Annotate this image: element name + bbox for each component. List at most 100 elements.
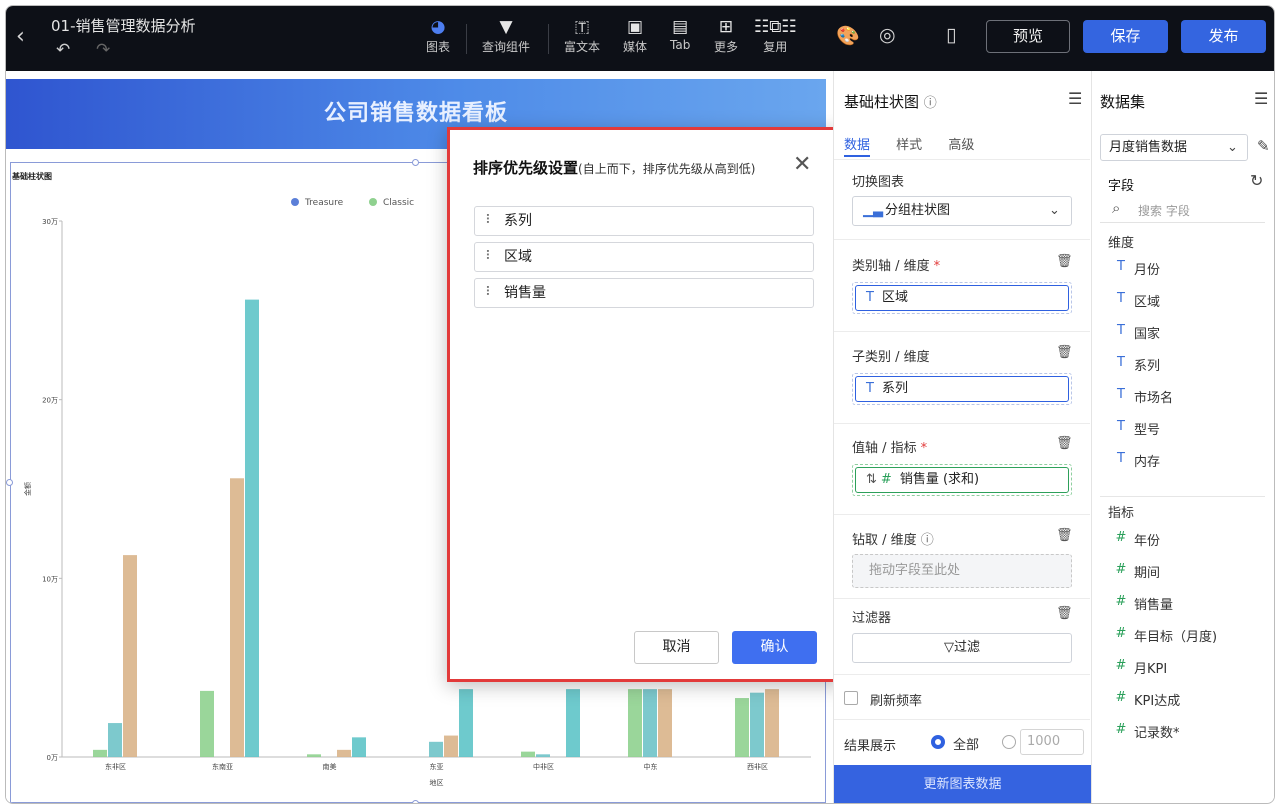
bar — [307, 754, 321, 757]
resize-handle[interactable] — [412, 159, 419, 166]
collapse-panel-icon[interactable]: ☰ — [1068, 89, 1082, 108]
sort-priority-dialog: 排序优先级设置(自上而下，排序优先级从高到低) ✕ ⠇ 系列 ⠇ 区域 ⠇ 销售量 取… — [447, 127, 843, 682]
preview-button[interactable]: 预览 — [986, 20, 1070, 53]
sort-item[interactable]: ⠇ 销售量 — [474, 278, 814, 308]
filter-button-label: 过滤 — [953, 640, 980, 655]
value-axis-dropzone[interactable]: ⇅ # 销售量 (求和) — [852, 464, 1072, 496]
field-name: 市场名 — [1134, 391, 1174, 406]
dataset-select[interactable]: 月度销售数据 ⌄ — [1100, 134, 1248, 161]
close-icon[interactable]: ✕ — [793, 152, 811, 177]
trash-icon[interactable]: 🗑 — [1056, 254, 1073, 269]
tab-style[interactable]: 样式 — [896, 138, 922, 153]
legend-swatch — [291, 198, 299, 206]
info-icon[interactable]: ⓘ — [921, 533, 934, 548]
confirm-button[interactable]: 确认 — [732, 631, 817, 664]
tab-data[interactable]: 数据 — [844, 138, 870, 153]
reuse-icon: ☷⧉☷ — [754, 17, 797, 37]
tab-advanced[interactable]: 高级 — [948, 138, 974, 153]
trash-icon[interactable]: 🗑 — [1056, 606, 1073, 621]
filter-button[interactable]: ▽过滤 — [852, 633, 1072, 663]
info-icon[interactable]: ⓘ — [924, 96, 937, 111]
drag-handle-icon[interactable]: ⠇ — [485, 243, 495, 271]
result-all-label: 全部 — [953, 738, 980, 753]
tool-media[interactable]: ▣ 媒体 — [623, 16, 647, 55]
tool-richtext[interactable]: 🇹 富文本 — [564, 16, 600, 55]
field-name: 系列 — [1134, 359, 1161, 374]
value-field-pill[interactable]: ⇅ # 销售量 (求和) — [855, 467, 1069, 493]
tool-query[interactable]: ▼ 查询组件 — [482, 16, 530, 55]
legend-swatch — [369, 198, 377, 206]
y-tick-label: 30万 — [42, 218, 58, 226]
category-field-pill[interactable]: T 区域 — [855, 285, 1069, 311]
y-tick-label: 0万 — [47, 754, 58, 762]
cancel-button[interactable]: 取消 — [634, 631, 719, 664]
config-tabs: 数据 样式 高级 — [844, 134, 996, 153]
x-tick-label: 中非区 — [533, 762, 554, 771]
field-name: 年目标（月度) — [1134, 630, 1218, 645]
dialog-title-text: 排序优先级设置 — [473, 159, 579, 177]
sub-category-dropzone[interactable]: T 系列 — [852, 373, 1072, 405]
bar — [735, 698, 749, 757]
document-title[interactable]: 01-销售管理数据分析 — [51, 15, 196, 36]
bar — [123, 555, 137, 757]
result-limit-input[interactable]: 1000 — [1020, 729, 1084, 755]
field-search[interactable]: ⌕ 搜索 字段 — [1100, 197, 1265, 223]
mobile-icon[interactable]: ▯ — [946, 24, 956, 46]
result-label: 结果展示 — [844, 739, 897, 754]
refresh-icon[interactable]: ↻ — [1250, 171, 1263, 190]
drag-handle-icon[interactable]: ⠇ — [485, 207, 495, 235]
bar — [108, 723, 122, 757]
sort-item[interactable]: ⠇ 区域 — [474, 242, 814, 272]
result-all-radio[interactable] — [931, 735, 945, 749]
chart-type-select[interactable]: ▁▃ 分组柱状图 ⌄ — [852, 196, 1072, 226]
trash-icon[interactable]: 🗑 — [1056, 436, 1073, 451]
tool-label: Tab — [670, 38, 691, 52]
tool-chart[interactable]: ◕ 图表 — [426, 16, 450, 55]
bar — [200, 690, 214, 757]
tool-tab[interactable]: ▤ Tab — [670, 16, 690, 52]
tool-reuse[interactable]: ☷⧉☷ 复用 — [754, 16, 797, 55]
dialog-title: 排序优先级设置(自上而下，排序优先级从高到低) — [473, 157, 755, 178]
sub-category-field-pill[interactable]: T 系列 — [855, 376, 1069, 402]
tool-more[interactable]: ⊞ 更多 — [714, 16, 738, 55]
sort-icon[interactable]: ⇅ — [866, 472, 877, 487]
drill-dropzone[interactable]: 拖动字段至此处 — [852, 554, 1072, 588]
edit-icon[interactable]: ✎ — [1257, 137, 1270, 155]
y-tick-label: 20万 — [42, 397, 58, 405]
field-name: 月KPI — [1134, 662, 1168, 677]
trash-icon[interactable]: 🗑 — [1056, 528, 1073, 543]
undo-icon[interactable]: ↶ — [56, 40, 70, 60]
text-type-icon: T — [866, 290, 874, 305]
sort-item[interactable]: ⠇ 系列 — [474, 206, 814, 236]
save-button[interactable]: 保存 — [1083, 20, 1168, 53]
sub-category-label: 子类别 / 维度 — [852, 350, 930, 365]
trash-icon[interactable]: 🗑 — [1056, 345, 1073, 360]
search-input[interactable]: 搜索 字段 — [1138, 202, 1190, 219]
text-type-icon: T — [1117, 291, 1125, 306]
redo-icon[interactable]: ↷ — [96, 40, 110, 60]
bar — [459, 689, 473, 757]
refresh-label: 刷新频率 — [870, 694, 923, 709]
legend-item-classic[interactable]: Classic — [369, 198, 414, 208]
palette-icon[interactable]: 🎨 — [836, 24, 860, 47]
text-type-icon: T — [1117, 419, 1125, 434]
collapse-panel-icon[interactable]: ☰ — [1254, 89, 1268, 108]
bar — [765, 689, 779, 757]
number-type-icon: # — [1115, 722, 1127, 737]
result-limit-radio[interactable] — [1002, 735, 1016, 749]
update-chart-button[interactable]: 更新图表数据 — [834, 765, 1091, 803]
panel-title-text: 基础柱状图 — [844, 93, 920, 111]
legend-item-treasure[interactable]: Treasure — [291, 198, 343, 208]
panel-title: 基础柱状图 ⓘ — [844, 91, 937, 112]
tool-label: 更多 — [714, 40, 739, 54]
eye-off-icon[interactable]: ◎ — [879, 24, 896, 46]
refresh-checkbox[interactable] — [844, 691, 858, 705]
number-type-icon: # — [1115, 690, 1127, 705]
text-type-icon: T — [1117, 355, 1125, 370]
category-axis-dropzone[interactable]: T 区域 — [852, 282, 1072, 314]
back-arrow-icon[interactable]: ‹ — [16, 24, 25, 49]
publish-button[interactable]: 发布 — [1181, 20, 1266, 53]
tool-label: 富文本 — [564, 40, 601, 54]
drag-handle-icon[interactable]: ⠇ — [485, 279, 495, 307]
bar — [352, 737, 366, 757]
